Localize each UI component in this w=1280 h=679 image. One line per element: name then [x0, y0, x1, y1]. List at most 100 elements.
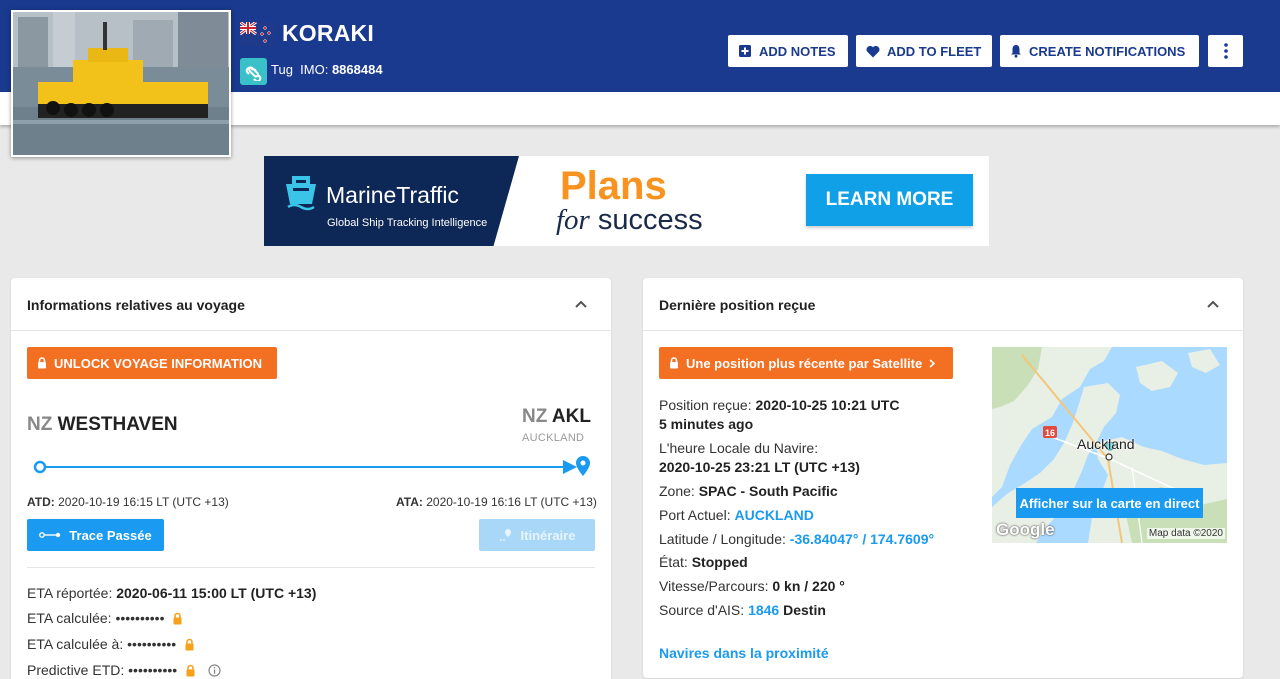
chevron-up-icon[interactable]	[1206, 297, 1220, 311]
route-pin-icon	[499, 529, 511, 541]
heart-icon	[866, 45, 880, 57]
lock-icon[interactable]	[185, 664, 196, 677]
past-track-label: Trace Passée	[69, 527, 152, 543]
ais-source-name: Destin	[783, 602, 826, 618]
position-received-label: Position reçue:	[659, 397, 752, 413]
add-notes-button[interactable]: ADD NOTES	[728, 35, 848, 67]
eta-calculated-row: ETA calculée: ••••••••••	[27, 610, 183, 626]
local-time-value: 2020-10-25 23:21 LT (UTC +13)	[659, 459, 860, 475]
lock-icon[interactable]	[172, 612, 183, 625]
eta-calculated-label: ETA calculée:	[27, 610, 112, 626]
vessel-type-imo: Tug IMO: 8868484	[271, 62, 383, 77]
create-notifications-button[interactable]: CREATE NOTIFICATIONS	[1000, 35, 1199, 67]
imo-label: IMO:	[300, 62, 329, 77]
ata-info: ATA: 2020-10-19 16:16 LT (UTC +13)	[396, 495, 597, 509]
itinerary-label: Itinéraire	[520, 527, 576, 543]
speed-course-value: 0 kn / 220 °	[772, 578, 845, 594]
zone-value: SPAC - South Pacific	[698, 483, 838, 499]
eta-calculated-at-row: ETA calculée à: ••••••••••	[27, 636, 195, 652]
add-note-icon	[739, 45, 751, 57]
info-icon[interactable]	[208, 664, 221, 677]
ad-subheadline: for success	[556, 204, 703, 237]
current-port-row: Port Actuel: AUCKLAND	[659, 507, 814, 523]
ais-source-row: Source d'AIS: 1846 Destin	[659, 602, 826, 618]
ata-value: 2020-10-19 16:16 LT (UTC +13)	[426, 495, 597, 509]
state-label: État:	[659, 554, 688, 570]
predictive-etd-masked: ••••••••••	[128, 662, 178, 678]
last-position-card: Dernière position reçue Une position plu…	[643, 278, 1243, 678]
position-received-row: Position reçue: 2020-10-25 10:21 UTC	[659, 397, 899, 413]
satellite-position-label: Une position plus récente par Satellite	[686, 355, 923, 371]
ad-brand-name: MarineTraffic	[326, 182, 459, 208]
view-live-map-button[interactable]: Afficher sur la carte en direct	[1016, 488, 1203, 518]
past-track-button[interactable]: Trace Passée	[27, 519, 164, 551]
vessel-photo[interactable]	[11, 10, 231, 157]
latlon-row: Latitude / Longitude: -36.84047° / 174.7…	[659, 531, 934, 547]
add-notes-label: ADD NOTES	[759, 43, 836, 59]
predictive-etd-row: Predictive ETD: ••••••••••	[27, 662, 221, 678]
ais-source-id-link[interactable]: 1846	[748, 602, 779, 618]
eta-reported-label: ETA réportée:	[27, 585, 113, 601]
local-time-label-row: L'heure Locale du Navire:	[659, 440, 818, 456]
arrival-code: AKL	[551, 406, 591, 427]
ad-banner[interactable]: MarineTraffic Global Ship Tracking Intel…	[264, 156, 989, 246]
local-time-label: L'heure Locale du Navire:	[659, 440, 819, 456]
eta-calculated-masked: ••••••••••	[115, 610, 165, 626]
track-icon	[39, 532, 61, 538]
position-received-value: 2020-10-25 10:21 UTC	[755, 397, 900, 413]
ais-source-label: Source d'AIS:	[659, 602, 745, 618]
unlock-voyage-label: UNLOCK VOYAGE INFORMATION	[54, 355, 263, 371]
departure-port[interactable]: NZ WESTHAVEN	[27, 414, 178, 436]
more-options-button[interactable]	[1208, 35, 1243, 67]
add-to-fleet-button[interactable]: ADD TO FLEET	[856, 35, 992, 67]
lock-icon	[38, 357, 46, 369]
current-port-link[interactable]: AUCKLAND	[734, 507, 813, 523]
arrival-city: AUCKLAND	[522, 432, 585, 444]
ad-learn-more-button[interactable]: LEARN MORE	[806, 174, 973, 226]
latlon-label: Latitude / Longitude:	[659, 531, 786, 547]
voyage-info-card: Informations relatives au voyage UNLOCK …	[11, 278, 611, 679]
add-to-fleet-label: ADD TO FLEET	[887, 43, 982, 59]
current-port-label: Port Actuel:	[659, 507, 731, 523]
speed-course-row: Vitesse/Parcours: 0 kn / 220 °	[659, 578, 845, 594]
eta-calculated-at-masked: ••••••••••	[127, 636, 177, 652]
position-received-ago: 5 minutes ago	[659, 416, 753, 432]
itinerary-button[interactable]: Itinéraire	[479, 519, 595, 551]
state-value: Stopped	[691, 554, 748, 570]
google-logo: Google	[996, 520, 1055, 539]
local-time-row: 2020-10-25 23:21 LT (UTC +13)	[659, 459, 860, 475]
map-city-label: Auckland	[1077, 436, 1135, 452]
eta-calculated-at-label: ETA calculée à:	[27, 636, 124, 652]
lock-icon[interactable]	[184, 638, 195, 651]
eta-reported-value: 2020-06-11 15:00 LT (UTC +13)	[116, 585, 317, 601]
voyage-route-line	[33, 456, 590, 476]
chevron-up-icon[interactable]	[574, 297, 588, 311]
nearby-vessels-link[interactable]: Navires dans la proximité	[659, 645, 829, 661]
atd-info: ATD: 2020-10-19 16:15 LT (UTC +13)	[27, 495, 229, 509]
card-divider	[11, 330, 611, 331]
predictive-etd-label: Predictive ETD:	[27, 662, 125, 678]
ad-sub-for: for	[556, 204, 590, 236]
zone-row: Zone: SPAC - South Pacific	[659, 483, 838, 499]
marinetraffic-logo-icon	[286, 176, 316, 211]
atd-label: ATD:	[27, 495, 55, 509]
nearby-vessels-row: Navires dans la proximité	[659, 645, 829, 661]
ship-name: KORAKI	[282, 20, 374, 46]
voyage-card-title: Informations relatives au voyage	[27, 297, 245, 313]
satellite-position-button[interactable]: Une position plus récente par Satellite	[659, 347, 953, 379]
imo-number: 8868484	[331, 62, 383, 77]
kebab-menu-icon	[1223, 43, 1228, 59]
position-map[interactable]: 16 1 Auckland Afficher sur la carte en d…	[992, 347, 1227, 543]
card-divider	[643, 330, 1243, 331]
vessel-type: Tug	[271, 62, 293, 77]
eta-reported-row: ETA réportée: 2020-06-11 15:00 LT (UTC +…	[27, 585, 316, 601]
bell-icon	[1011, 45, 1021, 58]
zone-label: Zone:	[659, 483, 695, 499]
create-notifications-label: CREATE NOTIFICATIONS	[1029, 43, 1186, 59]
arrival-port[interactable]: NZ AKL	[522, 406, 591, 428]
ata-label: ATA:	[396, 495, 423, 509]
unlock-voyage-button[interactable]: UNLOCK VOYAGE INFORMATION	[27, 347, 277, 379]
latlon-link[interactable]: -36.84047° / 174.7609°	[790, 531, 934, 547]
lock-icon	[670, 357, 678, 369]
ad-tagline: Global Ship Tracking Intelligence	[327, 217, 488, 229]
